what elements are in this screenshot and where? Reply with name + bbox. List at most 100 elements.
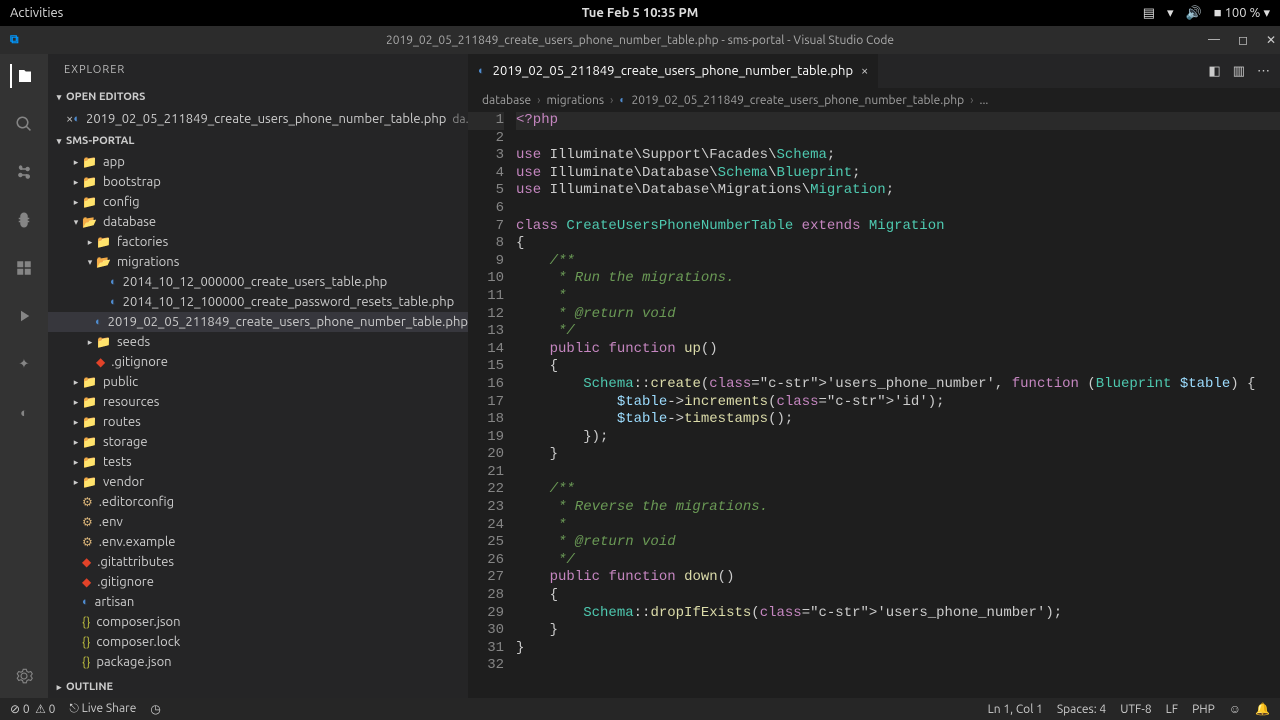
project-header[interactable]: ▾SMS-PORTAL [48,130,468,152]
status-spaces[interactable]: Spaces: 4 [1057,703,1106,716]
tree-item[interactable]: ◐2019_02_05_211849_create_users_phone_nu… [48,312,468,332]
tree-item[interactable]: ◆.gitignore [48,352,468,372]
tree-item[interactable]: ⚙.env.example [48,532,468,552]
tray-app-icon[interactable]: ▤ [1143,6,1155,21]
run-activity[interactable] [12,304,36,328]
settings-activity[interactable] [12,664,36,688]
tree-item[interactable]: ▸📁resources [48,392,468,412]
tree-item[interactable]: ▸📁app [48,152,468,172]
tree-item[interactable]: ▸📁public [48,372,468,392]
fold-icon: 📁 [82,195,97,209]
json-icon: {} [82,636,90,649]
env-icon: ⚙ [82,515,93,529]
tree-item[interactable]: ◐2014_10_12_000000_create_users_table.ph… [48,272,468,292]
activities-button[interactable]: Activities [10,6,63,20]
close-editor-icon[interactable]: × [66,112,73,126]
os-clock[interactable]: Tue Feb 5 10:35 PM [582,6,699,20]
code-editor[interactable]: 1234567891011121314151617181920212223242… [468,112,1280,698]
window-title: 2019_02_05_211849_create_users_phone_num… [386,34,894,47]
tree-item[interactable]: ▸📁storage [48,432,468,452]
tree-item[interactable]: ⚙.editorconfig [48,492,468,512]
env-icon: ⚙ [82,495,93,509]
status-bar: ⊘ 0 ⚠ 0 ⎋ Live Share ◷ Ln 1, Col 1 Space… [0,698,1280,720]
vscode-icon: ⧉ [10,33,19,47]
tree-item[interactable]: ⚙.env [48,512,468,532]
tree-item[interactable]: ▸📁tests [48,452,468,472]
fold-icon: 📁 [82,415,97,429]
fold-icon: 📁 [96,335,111,349]
status-feedback-icon[interactable]: ☺ [1229,702,1241,716]
status-position[interactable]: Ln 1, Col 1 [988,703,1043,716]
extensions-activity[interactable] [12,256,36,280]
tab-label: 2019_02_05_211849_create_users_phone_num… [493,64,853,78]
outline-header[interactable]: ▸OUTLINE [48,676,468,698]
php-icon: ◐ [110,296,117,308]
tree-item[interactable]: ◐2014_10_12_100000_create_password_reset… [48,292,468,312]
editor-tab[interactable]: ◐ 2019_02_05_211849_create_users_phone_n… [468,54,879,88]
os-topbar: Activities Tue Feb 5 10:35 PM ▤ ▾ 🔊 ■ 10… [0,0,1280,26]
tree-item[interactable]: ▸📁bootstrap [48,172,468,192]
tab-close-icon[interactable]: × [861,64,868,78]
git-icon: ◆ [82,575,91,589]
status-bell-icon[interactable]: 🔔 [1255,702,1270,716]
minimize-button[interactable]: — [1208,33,1220,47]
fold-open-icon: 📂 [96,255,111,269]
tree-item[interactable]: {}package.json [48,652,468,672]
json-icon: {} [82,656,90,669]
fold-icon: 📁 [82,375,97,389]
explorer-activity[interactable] [10,64,36,88]
scm-activity[interactable] [12,160,36,184]
json-icon: {} [82,616,90,629]
tree-item[interactable]: {}composer.json [48,612,468,632]
split-editor-icon[interactable]: ▥ [1233,64,1245,79]
tree-item[interactable]: ▸📁config [48,192,468,212]
env-icon: ⚙ [82,535,93,549]
battery-icon[interactable]: ■ 100 % ▾ [1214,5,1270,21]
fold-icon: 📁 [96,235,111,249]
tree-item[interactable]: {}composer.lock [48,632,468,652]
file-tree: ▸📁app▸📁bootstrap▸📁config▾📂database▸📁fact… [48,152,468,676]
open-editors-header[interactable]: ▾OPEN EDITORS [48,86,468,108]
git-icon: ◆ [82,555,91,569]
tree-item[interactable]: ▸📁seeds [48,332,468,352]
activity-bar: ✦ ◐ [0,54,48,698]
more-actions-icon[interactable]: ⋯ [1257,64,1270,79]
tree-item[interactable]: ◆.gitignore [48,572,468,592]
tree-item[interactable]: ▾📂database [48,212,468,232]
php-file-icon: ◐ [73,113,80,125]
fold-icon: 📁 [82,395,97,409]
tree-item[interactable]: ▸📁vendor [48,472,468,492]
ext-icon-2[interactable]: ◐ [12,400,36,424]
breadcrumb[interactable]: database› migrations› ◐ 2019_02_05_21184… [468,88,1280,112]
maximize-button[interactable]: ◻ [1238,33,1248,47]
tree-item[interactable]: ▸📁factories [48,232,468,252]
git-icon: ◆ [96,355,105,369]
fold-icon: 📁 [82,175,97,189]
fold-icon: 📁 [82,475,97,489]
tree-item[interactable]: ▾📂migrations [48,252,468,272]
editor-group: ◐ 2019_02_05_211849_create_users_phone_n… [468,54,1280,698]
explorer-title: EXPLORER [48,54,468,86]
fold-open-icon: 📂 [82,215,97,229]
status-clock-icon[interactable]: ◷ [150,702,160,716]
open-editor-item[interactable]: × ◐ 2019_02_05_211849_create_users_phone… [48,108,468,130]
explorer-sidebar: EXPLORER ▾OPEN EDITORS × ◐ 2019_02_05_21… [48,54,468,698]
status-language[interactable]: PHP [1192,703,1215,716]
wifi-icon[interactable]: ▾ [1167,6,1174,21]
tree-item[interactable]: ◆.gitattributes [48,552,468,572]
status-encoding[interactable]: UTF-8 [1120,703,1151,716]
php-icon: ◐ [95,316,102,328]
volume-icon[interactable]: 🔊 [1186,6,1202,21]
compare-icon[interactable]: ◧ [1208,64,1220,79]
status-errors[interactable]: ⊘ 0 ⚠ 0 [10,702,55,716]
debug-activity[interactable] [12,208,36,232]
php-icon: ◐ [110,276,117,288]
fold-icon: 📁 [82,155,97,169]
tree-item[interactable]: ▸📁routes [48,412,468,432]
search-activity[interactable] [12,112,36,136]
ext-icon-1[interactable]: ✦ [12,352,36,376]
status-eol[interactable]: LF [1166,703,1178,716]
status-liveshare[interactable]: ⎋ Live Share [69,702,136,716]
close-button[interactable]: ✕ [1266,33,1276,47]
tree-item[interactable]: ◐artisan [48,592,468,612]
